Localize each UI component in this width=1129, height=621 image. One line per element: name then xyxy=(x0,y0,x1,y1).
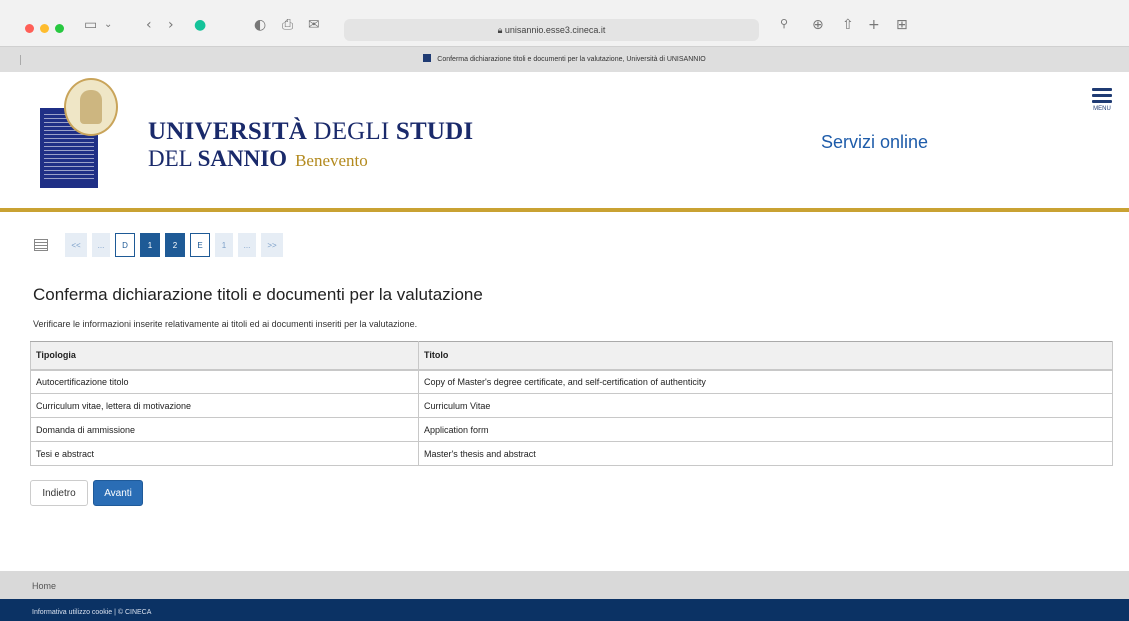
table-cell: Master's thesis and abstract xyxy=(418,441,1113,466)
page-description: Verificare le informazioni inserite rela… xyxy=(33,319,418,329)
table-cell: Domanda di ammissione xyxy=(30,417,419,442)
address-bar[interactable]: 🔒︎ unisannio.esse3.cineca.it xyxy=(344,19,759,41)
tab-overview-icon[interactable]: ⊞ xyxy=(896,17,908,33)
translate-icon[interactable]: ⚲ xyxy=(780,17,788,30)
wizard-first[interactable]: << xyxy=(65,233,87,257)
university-city: Benevento xyxy=(295,151,368,170)
university-name-part: STUDI xyxy=(395,118,474,145)
wizard-last[interactable]: >> xyxy=(261,233,283,257)
hamburger-icon-bar xyxy=(1092,94,1112,97)
site-header: UNIVERSITÀ DEGLI STUDI DEL SANNIO Beneven… xyxy=(0,72,1129,212)
table-row: Domanda di ammissione Application form xyxy=(30,417,1113,442)
table-header-row: Tipologia Titolo xyxy=(30,341,1113,371)
new-tab-icon[interactable]: + xyxy=(868,17,880,33)
home-link[interactable]: Home xyxy=(32,581,56,591)
back-arrow-icon[interactable]: ‹ xyxy=(146,17,152,33)
sidebar-icon[interactable]: ▭ xyxy=(84,17,97,33)
university-name-part: DEL xyxy=(148,146,198,171)
zoom-window-button[interactable] xyxy=(55,24,64,33)
close-window-button[interactable] xyxy=(25,24,34,33)
grammarly-icon[interactable]: ● xyxy=(194,17,206,33)
wizard-step-d[interactable]: D xyxy=(115,233,135,257)
browser-toolbar: ▭ ⌄ ‹ › ● ◐ ⎙ ✉ 🔒︎ unisannio.esse3.cinec… xyxy=(0,0,1129,46)
documents-table: Tipologia Titolo Autocertificazione tito… xyxy=(30,341,1113,466)
active-tab[interactable]: Conferma dichiarazione titoli e document… xyxy=(0,54,1129,63)
wizard-ellipsis: ... xyxy=(92,233,110,257)
hamburger-icon xyxy=(1092,88,1112,91)
wizard-step-d1[interactable]: 1 xyxy=(140,233,160,257)
university-name-line2: DEL SANNIO Benevento xyxy=(148,146,368,172)
table-row: Autocertificazione titolo Copy of Master… xyxy=(30,369,1113,394)
table-cell: Tesi e abstract xyxy=(30,441,419,466)
page: UNIVERSITÀ DEGLI STUDI DEL SANNIO Beneven… xyxy=(0,72,1129,621)
minimize-window-button[interactable] xyxy=(40,24,49,33)
column-header-titolo: Titolo xyxy=(418,341,1113,371)
cookie-policy-link[interactable]: Informativa utilizzo cookie | © CINECA xyxy=(32,609,151,616)
favicon-icon xyxy=(423,54,432,62)
menu-label: MENU xyxy=(1093,106,1111,112)
servizi-online-link[interactable]: Servizi online xyxy=(821,132,928,153)
footer-bar: Informativa utilizzo cookie | © CINECA xyxy=(0,599,1129,621)
table-row: Curriculum vitae, lettera di motivazione… xyxy=(30,393,1113,418)
forward-arrow-icon[interactable]: › xyxy=(168,17,174,33)
wizard-step-e[interactable]: E xyxy=(190,233,210,257)
university-name-part: UNIVERSITÀ xyxy=(148,118,307,145)
back-button[interactable]: Indietro xyxy=(30,480,88,506)
university-name-part: SANNIO xyxy=(197,146,288,171)
list-icon[interactable] xyxy=(34,239,48,251)
table-cell: Application form xyxy=(418,417,1113,442)
shield-extension-icon[interactable]: ◐ xyxy=(254,17,266,33)
share-icon[interactable]: ⇧ xyxy=(842,17,854,33)
wizard-step-d2[interactable]: 2 xyxy=(165,233,185,257)
university-name-line1: UNIVERSITÀ DEGLI STUDI xyxy=(148,118,473,146)
university-seal-icon xyxy=(64,78,118,136)
table-row: Tesi e abstract Master's thesis and abst… xyxy=(30,441,1113,466)
page-title: Conferma dichiarazione titoli e document… xyxy=(33,285,483,304)
table-cell: Copy of Master's degree certificate, and… xyxy=(418,369,1113,394)
table-cell: Curriculum Vitae xyxy=(418,393,1113,418)
chevron-down-icon[interactable]: ⌄ xyxy=(104,19,112,30)
wizard-ellipsis: ... xyxy=(238,233,256,257)
next-button[interactable]: Avanti xyxy=(93,480,143,506)
university-name-part: DEGLI xyxy=(306,118,396,145)
tab-bar: Conferma dichiarazione titoli e document… xyxy=(0,46,1129,72)
address-url: unisannio.esse3.cineca.it xyxy=(504,25,606,35)
wizard-steps: << ... D 1 2 E 1 ... >> xyxy=(34,233,283,257)
hamburger-icon-bar xyxy=(1092,100,1112,103)
lock-icon: 🔒︎ xyxy=(497,25,505,35)
download-icon[interactable]: ⊕ xyxy=(812,17,824,33)
wizard-step-e1[interactable]: 1 xyxy=(215,233,233,257)
mail-icon[interactable]: ✉ xyxy=(308,17,320,33)
tab-title-text: Conferma dichiarazione titoli e document… xyxy=(437,56,706,63)
column-header-tipologia: Tipologia xyxy=(30,341,419,371)
table-cell: Autocertificazione titolo xyxy=(30,369,419,394)
window-controls xyxy=(25,24,64,33)
menu-button[interactable]: MENU xyxy=(1090,88,1114,112)
table-cell: Curriculum vitae, lettera di motivazione xyxy=(30,393,419,418)
footer-breadcrumb: Home xyxy=(0,571,1129,599)
print-icon[interactable]: ⎙ xyxy=(282,17,293,33)
